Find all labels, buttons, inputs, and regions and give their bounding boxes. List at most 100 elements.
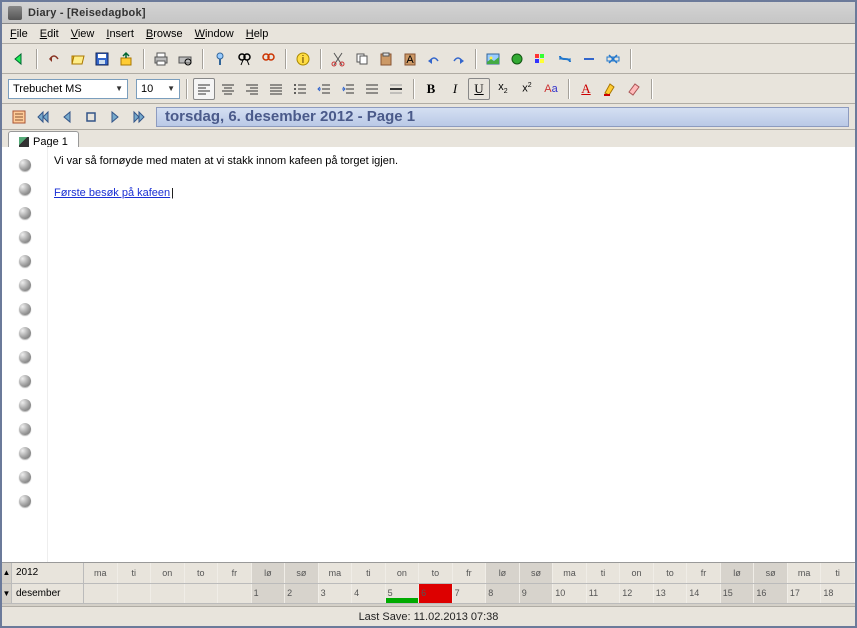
weekday-cell: lø [252, 563, 286, 583]
calendar-strip[interactable]: ▲ 2012 mationtofrløsømationtofrløsømatio… [2, 562, 855, 604]
print-preview-icon[interactable] [174, 48, 196, 70]
save-icon[interactable] [91, 48, 113, 70]
menu-window[interactable]: Window [195, 28, 234, 40]
pencil-icon [19, 137, 29, 147]
month-label: desember [12, 584, 84, 604]
palette-icon[interactable] [530, 48, 552, 70]
superscript-icon[interactable]: x2 [516, 78, 538, 100]
back-icon[interactable] [8, 48, 30, 70]
margin-bullet-icon [19, 375, 31, 387]
paste-icon[interactable] [375, 48, 397, 70]
entry-link[interactable]: Første besøk på kafeen [54, 187, 174, 199]
align-center-icon[interactable] [217, 78, 239, 100]
app-icon [8, 6, 22, 20]
find-icon[interactable] [233, 48, 255, 70]
align-right-icon[interactable] [241, 78, 263, 100]
scroll-down-icon[interactable]: ▼ [2, 584, 12, 604]
nav-first-icon[interactable] [32, 106, 54, 128]
case-icon[interactable]: Aa [540, 78, 562, 100]
day-cell[interactable]: 7 [453, 584, 487, 604]
menu-insert[interactable]: Insert [106, 28, 134, 40]
font-color-icon[interactable]: A [575, 78, 597, 100]
day-cell[interactable] [84, 584, 118, 604]
find-next-icon[interactable] [257, 48, 279, 70]
status-bar: Last Save: 11.02.2013 07:38 [2, 606, 855, 626]
editor-content[interactable]: Vi var så fornøyde med maten at vi stakk… [48, 147, 855, 563]
margin-bullet-icon [19, 327, 31, 339]
undo2-icon[interactable] [423, 48, 445, 70]
align-left-icon[interactable] [193, 78, 215, 100]
underline-icon[interactable]: U [468, 78, 490, 100]
undo-icon[interactable] [43, 48, 65, 70]
export-icon[interactable] [115, 48, 137, 70]
day-cell[interactable]: 2 [285, 584, 319, 604]
highlight-icon[interactable] [599, 78, 621, 100]
font-name-select[interactable]: Trebuchet MS▼ [8, 79, 128, 99]
day-cell[interactable]: 16 [754, 584, 788, 604]
image-icon[interactable] [482, 48, 504, 70]
day-cell[interactable]: 9 [520, 584, 554, 604]
day-cell[interactable]: 1 [252, 584, 286, 604]
day-cell[interactable]: 12 [620, 584, 654, 604]
clear-icon[interactable] [602, 48, 624, 70]
menu-view[interactable]: View [71, 28, 95, 40]
menu-edit[interactable]: Edit [40, 28, 59, 40]
info-icon[interactable]: i [292, 48, 314, 70]
weekday-cell: sø [520, 563, 554, 583]
weekday-cell: ti [118, 563, 152, 583]
minus-icon[interactable] [578, 48, 600, 70]
strike-icon[interactable] [554, 48, 576, 70]
subscript-icon[interactable]: x2 [492, 78, 514, 100]
day-cell[interactable]: 14 [687, 584, 721, 604]
cut-icon[interactable] [327, 48, 349, 70]
nav-last-icon[interactable] [128, 106, 150, 128]
copy-icon[interactable] [351, 48, 373, 70]
day-cell[interactable]: 8 [486, 584, 520, 604]
nav-config-icon[interactable] [8, 106, 30, 128]
menu-file[interactable]: File [10, 28, 28, 40]
bullets-icon[interactable] [289, 78, 311, 100]
day-cell[interactable]: 15 [721, 584, 755, 604]
bold-icon[interactable]: B [420, 78, 442, 100]
color-icon[interactable] [506, 48, 528, 70]
scroll-up-icon[interactable]: ▲ [2, 563, 12, 583]
justify-icon[interactable] [265, 78, 287, 100]
editor-area[interactable]: Vi var så fornøyde med maten at vi stakk… [2, 147, 855, 563]
numbered-list-icon[interactable] [361, 78, 383, 100]
nav-prev-icon[interactable] [56, 106, 78, 128]
menu-help[interactable]: Help [246, 28, 269, 40]
date-page-header: torsdag, 6. desember 2012 - Page 1 [156, 107, 849, 127]
day-cell[interactable]: 17 [788, 584, 822, 604]
font-size-value: 10 [141, 83, 153, 95]
day-cell[interactable]: 11 [587, 584, 621, 604]
paste-format-icon[interactable]: A [399, 48, 421, 70]
indent-icon[interactable] [337, 78, 359, 100]
day-cell[interactable]: 4 [352, 584, 386, 604]
day-cell[interactable] [185, 584, 219, 604]
day-cell[interactable]: 6 [419, 584, 453, 604]
font-size-select[interactable]: 10▼ [136, 79, 180, 99]
font-name-value: Trebuchet MS [13, 83, 82, 95]
weekday-cell: ma [319, 563, 353, 583]
nav-next-icon[interactable] [104, 106, 126, 128]
menu-browse[interactable]: Browse [146, 28, 183, 40]
day-cell[interactable]: 18 [821, 584, 855, 604]
day-cell[interactable]: 13 [654, 584, 688, 604]
attach-icon[interactable] [209, 48, 231, 70]
nav-today-icon[interactable] [80, 106, 102, 128]
print-icon[interactable] [150, 48, 172, 70]
margin-bullet-icon [19, 159, 31, 171]
outdent-icon[interactable] [313, 78, 335, 100]
day-cell[interactable] [151, 584, 185, 604]
day-cell[interactable] [118, 584, 152, 604]
day-cell[interactable]: 3 [319, 584, 353, 604]
open-icon[interactable] [67, 48, 89, 70]
day-cell[interactable]: 5 [386, 584, 420, 604]
eraser-icon[interactable] [623, 78, 645, 100]
redo-icon[interactable] [447, 48, 469, 70]
margin-bullet-icon [19, 447, 31, 459]
day-cell[interactable]: 10 [553, 584, 587, 604]
hr-icon[interactable] [385, 78, 407, 100]
day-cell[interactable] [218, 584, 252, 604]
italic-icon[interactable]: I [444, 78, 466, 100]
